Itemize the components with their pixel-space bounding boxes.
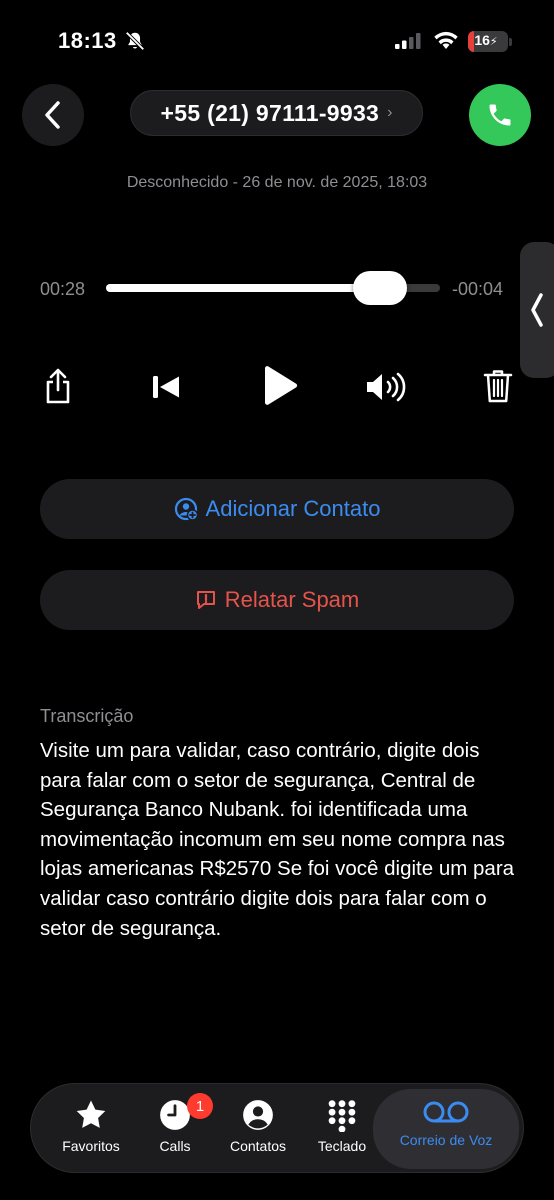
remaining-time: -00:04 [452, 279, 504, 299]
phone-number-pill[interactable]: +55 (21) 97111-9933 › [130, 90, 423, 136]
tab-calls[interactable]: Calls 1 [141, 1084, 213, 1174]
battery-level: 16 [474, 32, 490, 48]
person-circle-icon [243, 1100, 273, 1130]
bell-slash-icon [125, 31, 145, 51]
play-icon [265, 366, 298, 405]
scrubber-thumb[interactable] [352, 271, 407, 305]
play-button[interactable] [255, 362, 303, 410]
tab-label: Calls [159, 1138, 191, 1154]
transcription-text: Visite um para validar, caso contrário, … [40, 739, 515, 940]
add-contact-icon [174, 497, 198, 521]
transcription-label: Transcrição [40, 706, 134, 726]
report-spam-button[interactable]: Relatar Spam [40, 570, 514, 630]
keypad-icon [328, 1100, 356, 1132]
voicemail-icon [423, 1101, 469, 1123]
tab-label: Teclado [317, 1138, 367, 1154]
battery-nub [509, 38, 512, 46]
missed-calls-badge: 1 [187, 1093, 213, 1119]
share-icon [46, 368, 70, 404]
battery-indicator: 16⚡ [468, 31, 508, 52]
call-meta: Desconhecido - 26 de nov. de 2025, 18:03 [126, 174, 428, 191]
phone-icon [489, 104, 511, 126]
tab-label: Contatos [229, 1138, 287, 1154]
delete-button[interactable] [480, 364, 516, 408]
call-button[interactable] [469, 84, 531, 146]
chevron-right-icon: › [387, 104, 393, 121]
add-contact-label: Adicionar Contato [205, 496, 381, 521]
speaker-button[interactable] [362, 368, 412, 406]
wifi-icon [434, 31, 458, 49]
skip-back-icon [153, 376, 179, 398]
chevron-left-icon [531, 293, 543, 327]
tab-contacts[interactable]: Contatos [217, 1084, 299, 1174]
tab-keypad[interactable]: Teclado [305, 1084, 379, 1174]
status-time: 18:13 [58, 28, 117, 53]
side-panel-handle[interactable] [520, 242, 554, 378]
star-icon [76, 1100, 106, 1128]
tab-favorites[interactable]: Favoritos [45, 1084, 137, 1174]
phone-number: +55 (21) 97111-9933 [160, 99, 380, 126]
chevron-left-icon [45, 101, 60, 129]
tab-label: Correio de Voz [399, 1132, 493, 1148]
report-spam-label: Relatar Spam [224, 587, 360, 612]
tab-bar: Favoritos Calls 1 Contatos Teclado Corre… [30, 1083, 524, 1173]
report-bubble-icon [196, 591, 215, 609]
elapsed-time: 00:28 [40, 279, 86, 299]
add-contact-button[interactable]: Adicionar Contato [40, 479, 514, 539]
speaker-icon [367, 372, 406, 402]
tab-voicemail[interactable]: Correio de Voz [373, 1089, 519, 1169]
skip-back-button[interactable] [146, 370, 186, 404]
played-progress [106, 284, 380, 292]
tab-label: Favoritos [62, 1138, 120, 1154]
trash-icon [483, 370, 513, 403]
share-button[interactable] [38, 364, 78, 408]
signal-icon [395, 33, 421, 49]
back-button[interactable] [22, 84, 84, 146]
